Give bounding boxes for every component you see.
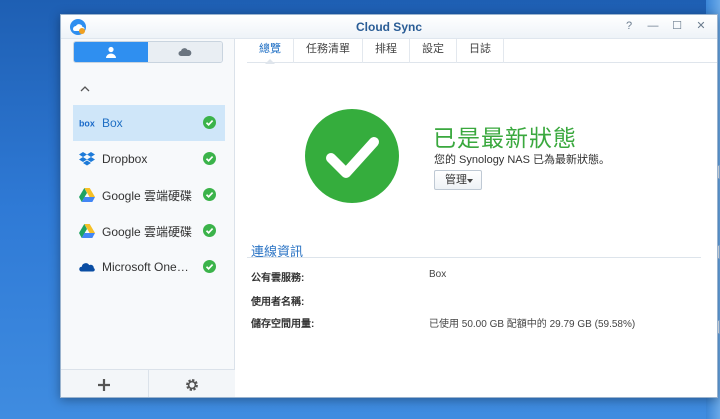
sidebar-item-box[interactable]: box Box xyxy=(73,105,225,141)
sidebar: box Box Dropbox Google 雲端硬碟 Google 雲端硬碟 … xyxy=(61,39,236,397)
collapse-chevron-up-icon[interactable] xyxy=(79,83,91,95)
sidebar-item-label: Microsoft One… xyxy=(102,260,189,274)
sidebar-item-google-drive[interactable]: Google 雲端硬碟 xyxy=(73,213,225,249)
plus-icon xyxy=(98,378,111,391)
help-icon[interactable]: ? xyxy=(623,20,635,32)
sidebar-item-dropbox[interactable]: Dropbox xyxy=(73,141,225,177)
title-bar[interactable]: Cloud Sync ? — ☐ ✕ xyxy=(61,15,717,39)
tab-bar: 總覽 任務清單 排程 設定 日誌 xyxy=(247,39,717,64)
main-panel: 總覽 任務清單 排程 設定 日誌 已是最新狀態 您的 Synology NAS … xyxy=(235,39,717,397)
up-to-date-check-icon xyxy=(305,109,399,203)
minimize-icon[interactable]: — xyxy=(647,20,659,32)
svg-text:box: box xyxy=(79,119,95,128)
section-divider xyxy=(247,257,701,258)
user-icon xyxy=(106,46,116,58)
tab-log[interactable]: 日誌 xyxy=(457,39,504,63)
tab-task-list[interactable]: 任務清單 xyxy=(294,39,363,63)
status-check-icon xyxy=(203,188,216,201)
status-check-icon xyxy=(203,116,216,129)
sidebar-item-google-drive[interactable]: Google 雲端硬碟 xyxy=(73,177,225,213)
caret-down-icon xyxy=(467,179,473,183)
info-value-public-cloud: Box xyxy=(429,269,447,280)
user-view-button[interactable] xyxy=(74,42,148,62)
sidebar-item-label: Google 雲端硬碟 xyxy=(102,188,193,203)
google-drive-icon xyxy=(79,223,95,239)
cloud-view-button[interactable] xyxy=(148,42,222,62)
window-title: Cloud Sync xyxy=(355,20,422,34)
sidebar-footer xyxy=(61,369,236,397)
info-label-username: 使用者名稱: xyxy=(251,297,305,308)
manage-dropdown-button[interactable]: 管理 xyxy=(434,170,482,190)
gear-icon xyxy=(185,378,198,391)
settings-button[interactable] xyxy=(147,370,236,397)
close-icon[interactable]: ✕ xyxy=(695,20,707,32)
sidebar-item-label: Dropbox xyxy=(102,152,148,166)
add-connection-button[interactable] xyxy=(61,370,148,397)
sidebar-item-onedrive[interactable]: Microsoft One… xyxy=(73,249,225,285)
box-logo-icon: box xyxy=(79,115,95,131)
sidebar-item-label: Box xyxy=(102,116,123,130)
google-drive-icon xyxy=(79,187,95,203)
info-label-public-cloud: 公有雲服務: xyxy=(251,273,305,284)
status-subtitle: 您的 Synology NAS 已為最新狀態。 xyxy=(434,154,611,166)
status-check-icon xyxy=(203,224,216,237)
tab-schedule[interactable]: 排程 xyxy=(363,39,410,63)
cloud-sync-window: Cloud Sync ? — ☐ ✕ box Box Dropbox Googl… xyxy=(60,14,718,398)
dropbox-logo-icon xyxy=(79,151,95,167)
maximize-icon[interactable]: ☐ xyxy=(671,20,683,32)
manage-label: 管理 xyxy=(445,174,467,186)
tab-settings[interactable]: 設定 xyxy=(410,39,457,63)
cloud-icon xyxy=(178,48,192,56)
status-check-icon xyxy=(203,152,216,165)
tab-overview[interactable]: 總覽 xyxy=(247,39,294,64)
status-title: 已是最新狀態 xyxy=(433,125,577,151)
sidebar-item-label: Google 雲端硬碟 xyxy=(102,224,193,239)
info-label-storage-usage: 儲存空間用量: xyxy=(251,319,315,330)
status-check-icon xyxy=(203,260,216,273)
info-value-storage-usage: 已使用 50.00 GB 配額中的 29.79 GB (59.58%) xyxy=(429,319,636,330)
view-switcher xyxy=(73,41,223,63)
onedrive-icon xyxy=(79,259,95,275)
